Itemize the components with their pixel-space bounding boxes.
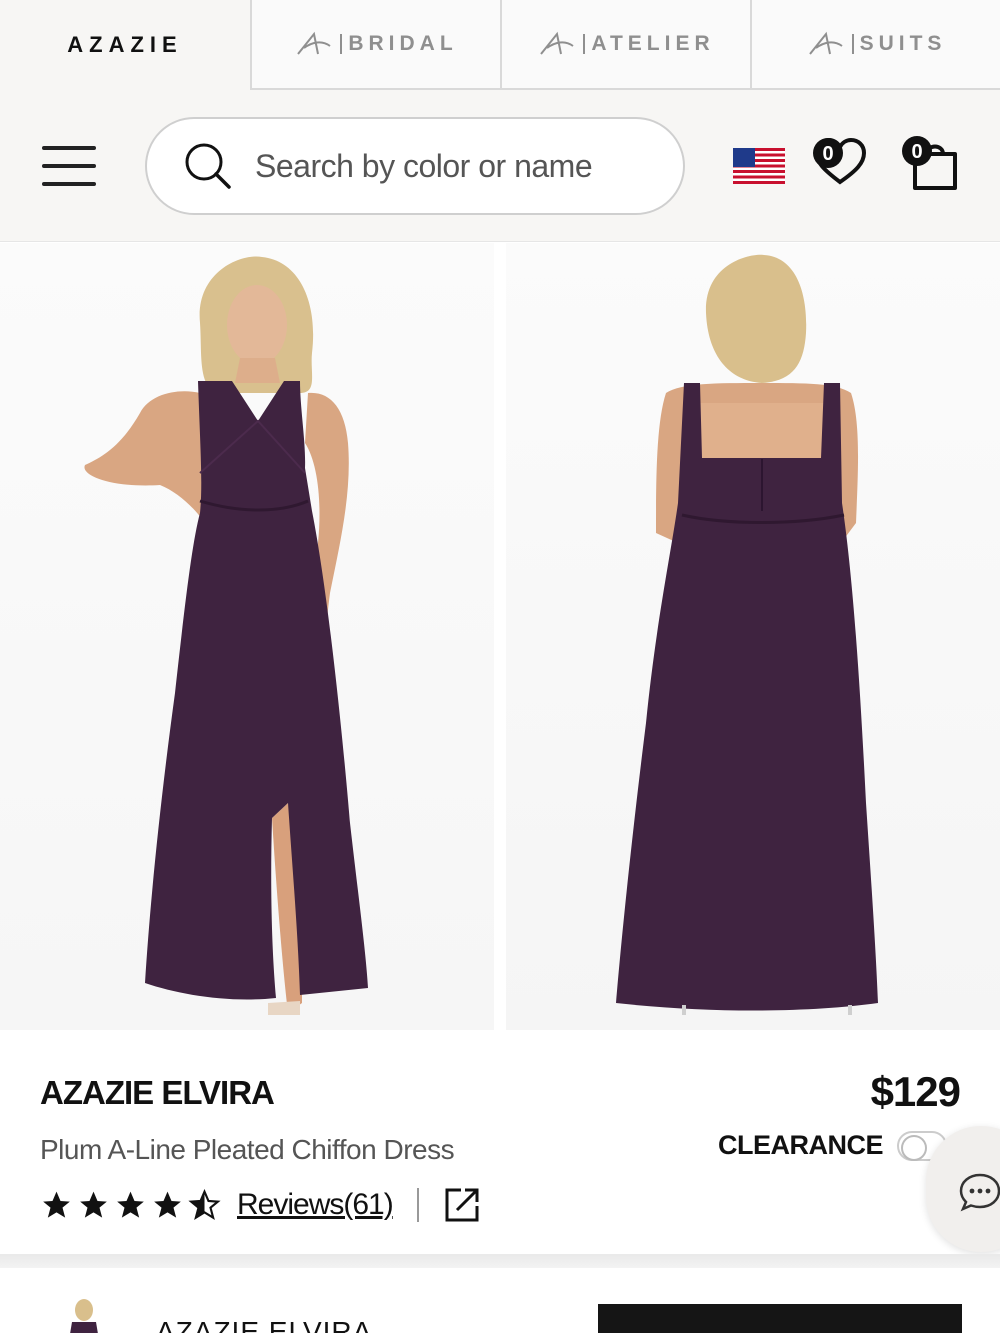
star-rating bbox=[40, 1189, 221, 1221]
divider bbox=[416, 1188, 419, 1222]
wishlist-count: 0 bbox=[822, 143, 833, 165]
tab-divider bbox=[583, 34, 586, 54]
tab-suits[interactable]: SUITS bbox=[750, 0, 1000, 90]
azazie-a-logo-icon bbox=[540, 31, 574, 55]
tab-divider bbox=[851, 34, 854, 54]
tab-bridal[interactable]: BRIDAL bbox=[250, 0, 500, 90]
star-full-icon bbox=[43, 1191, 70, 1218]
cart-button[interactable]: 0 bbox=[895, 130, 961, 192]
product-name: AZAZIE ELVIRA bbox=[40, 1074, 275, 1111]
azazie-wordmark: AZAZIE bbox=[67, 32, 183, 57]
clearance-toggle-group: CLEARANCE bbox=[718, 1130, 948, 1161]
tab-azazie[interactable]: AZAZIE bbox=[0, 0, 250, 90]
add-to-bag-button[interactable] bbox=[598, 1304, 962, 1333]
product-description: Plum A-Line Pleated Chiffon Dress bbox=[40, 1134, 455, 1165]
reviews-link[interactable]: Reviews(61) bbox=[237, 1188, 394, 1222]
section-divider bbox=[0, 1254, 1000, 1268]
brand-tabs: AZAZIE BRIDAL ATELIER SUITS bbox=[0, 0, 1000, 90]
sticky-product-name: AZAZIE ELVIRA bbox=[156, 1316, 373, 1333]
star-full-icon bbox=[117, 1191, 144, 1218]
wishlist-button[interactable]: 0 bbox=[806, 132, 870, 188]
search-bar[interactable] bbox=[145, 117, 685, 215]
us-flag-icon[interactable] bbox=[733, 148, 785, 184]
cart-count: 0 bbox=[911, 141, 922, 163]
hamburger-menu-icon[interactable] bbox=[42, 146, 96, 186]
product-info: AZAZIE ELVIRA Plum A-Line Pleated Chiffo… bbox=[0, 1030, 1000, 1260]
clearance-label: CLEARANCE bbox=[718, 1130, 884, 1160]
heart-icon: 0 bbox=[813, 137, 867, 185]
product-image-front[interactable] bbox=[0, 243, 494, 1030]
tab-atelier[interactable]: ATELIER bbox=[500, 0, 750, 90]
product-rating: Reviews(61) bbox=[40, 1186, 481, 1224]
star-full-icon bbox=[154, 1191, 181, 1218]
shopping-bag-icon: 0 bbox=[902, 136, 957, 190]
tab-divider bbox=[340, 34, 343, 54]
site-header: 0 0 bbox=[0, 90, 1000, 242]
share-icon[interactable] bbox=[443, 1186, 481, 1224]
tab-label-suits: SUITS bbox=[859, 32, 947, 55]
star-half-icon bbox=[188, 1189, 221, 1220]
azazie-a-logo-icon bbox=[297, 31, 331, 55]
sticky-product-bar: AZAZIE ELVIRA bbox=[0, 1268, 1000, 1333]
product-thumbnail bbox=[70, 1299, 98, 1333]
product-price: $129 bbox=[870, 1068, 961, 1115]
tab-label-atelier: ATELIER bbox=[591, 32, 715, 55]
tab-label-bridal: BRIDAL bbox=[348, 32, 458, 55]
search-input[interactable] bbox=[255, 147, 655, 185]
product-image-back[interactable] bbox=[506, 243, 1000, 1030]
chat-bubble-icon bbox=[959, 1173, 1000, 1212]
azazie-a-logo-icon bbox=[808, 31, 843, 55]
search-icon[interactable] bbox=[183, 141, 233, 191]
star-full-icon bbox=[80, 1191, 107, 1218]
